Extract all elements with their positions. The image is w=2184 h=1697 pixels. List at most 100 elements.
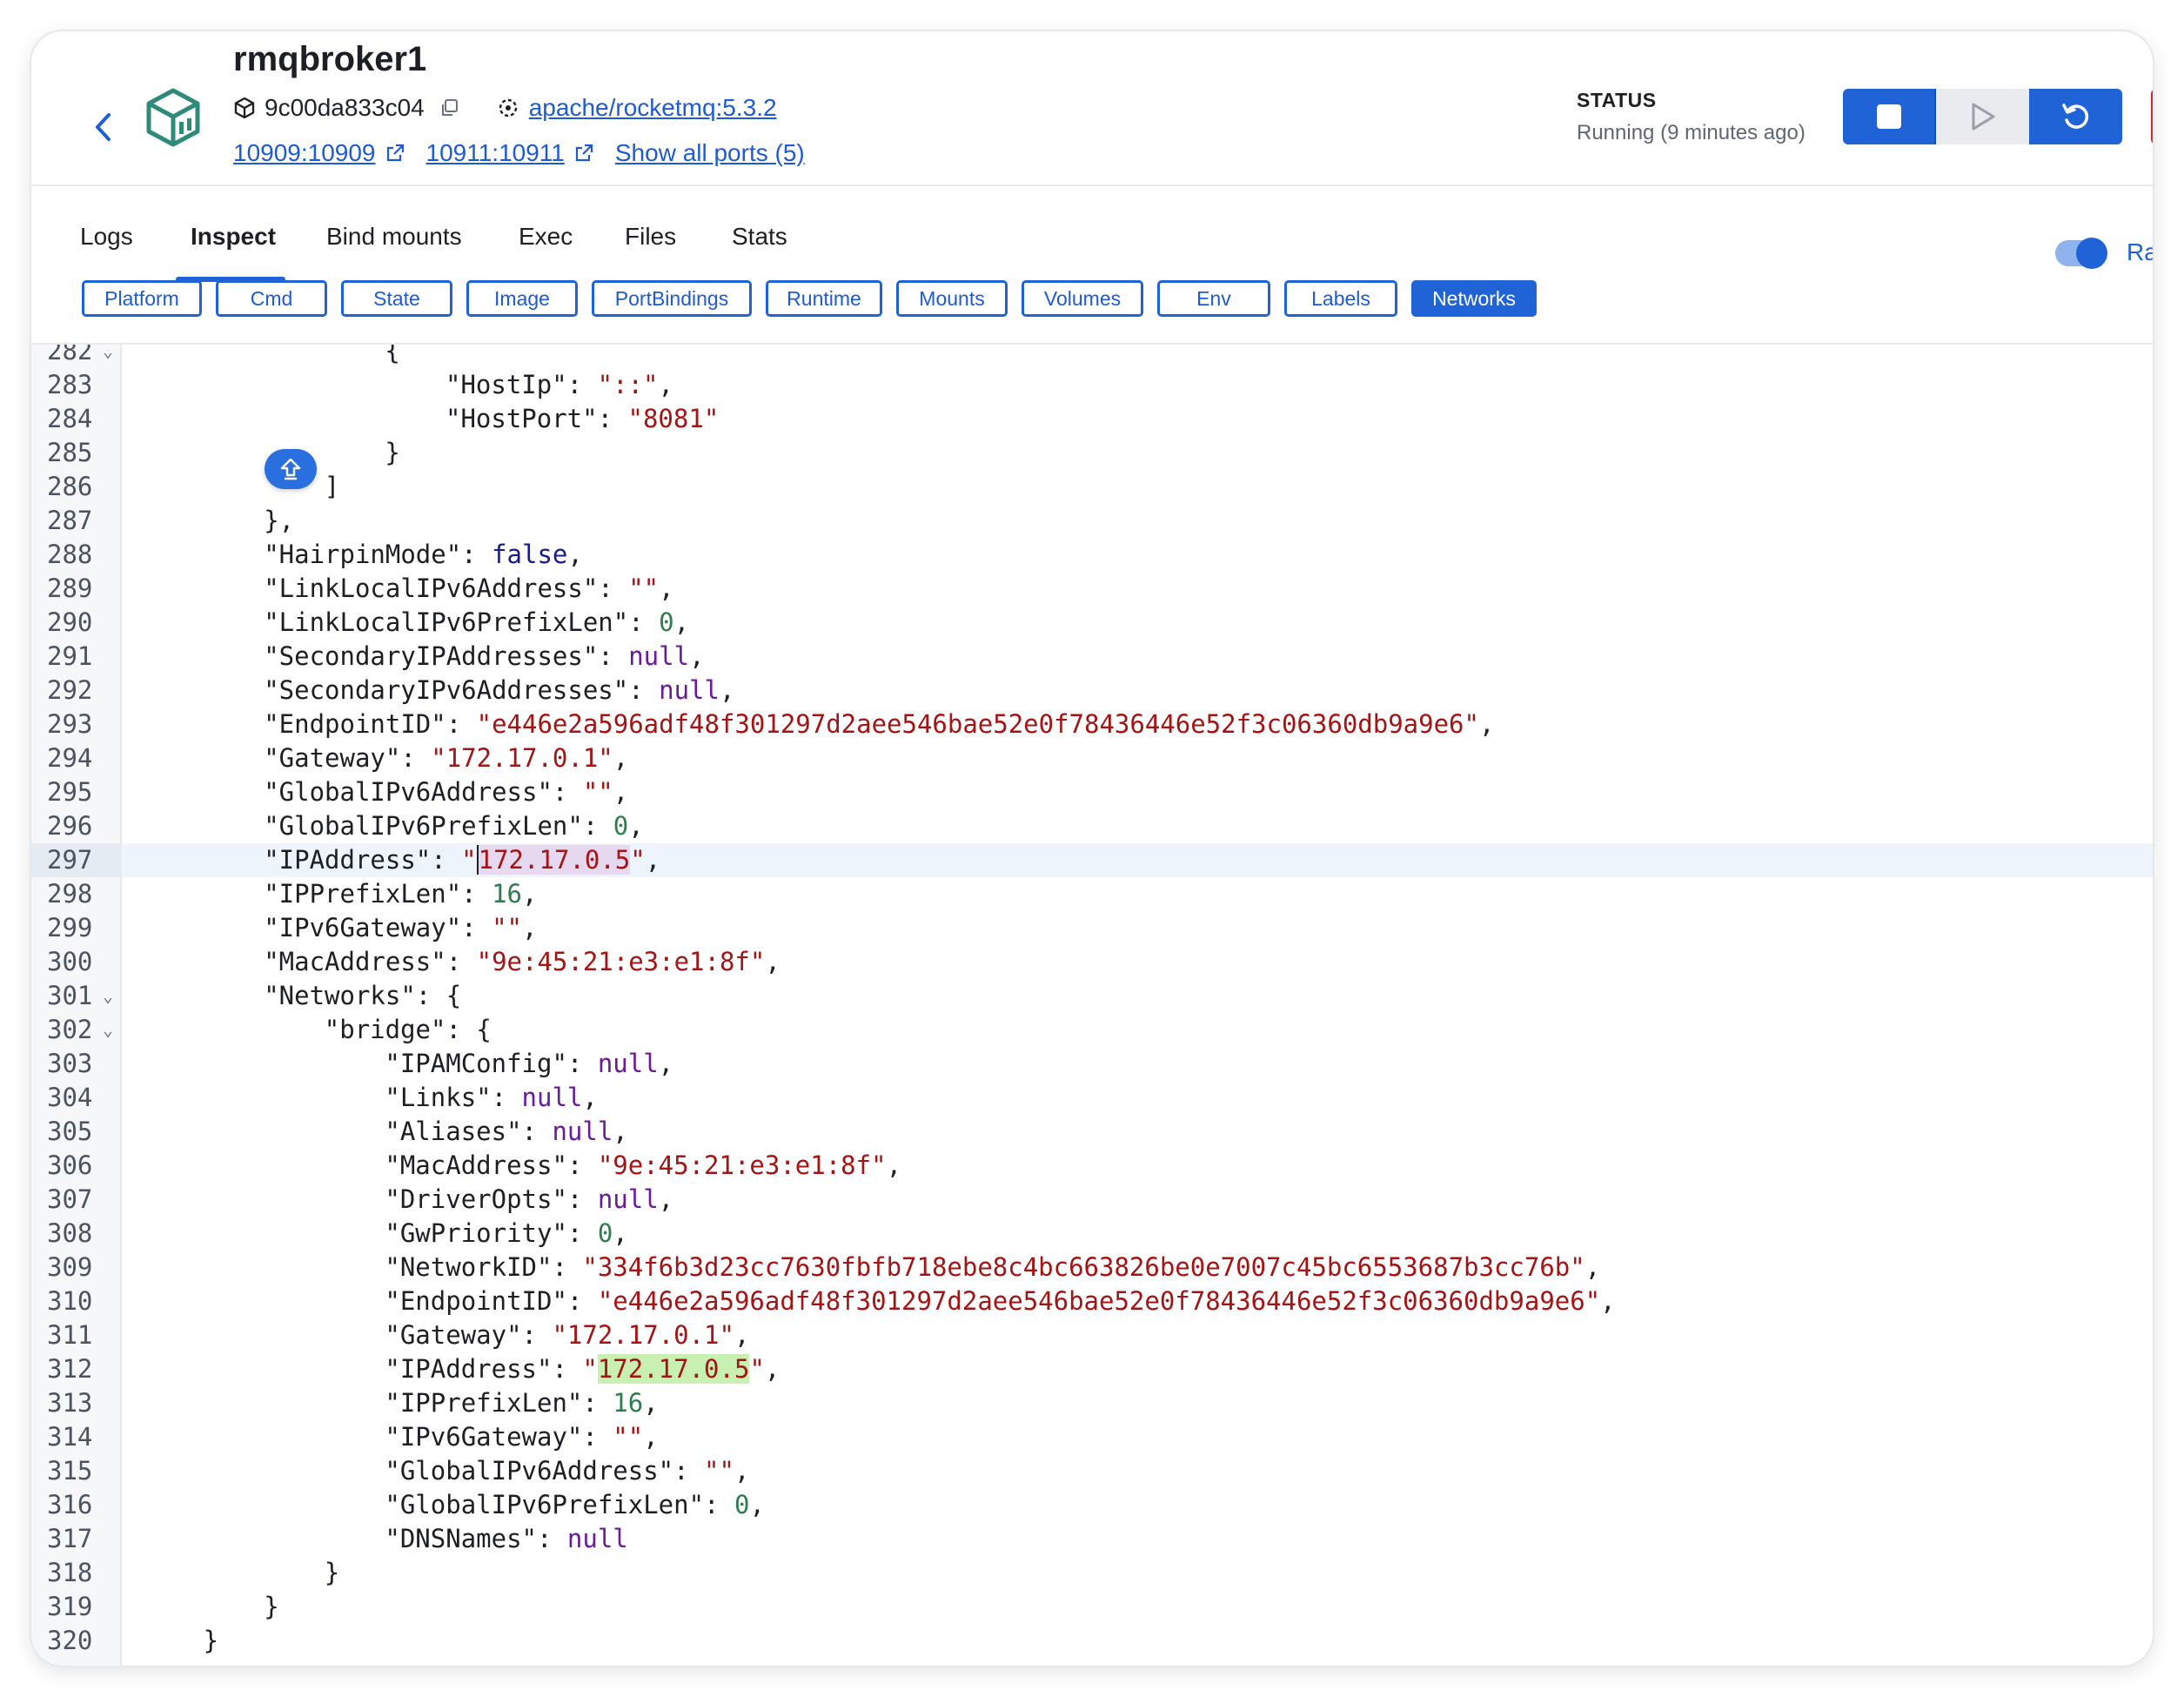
tab-inspect[interactable]: Inspect [191, 223, 276, 251]
arrow-up-icon [278, 456, 304, 482]
stop-icon [1875, 103, 1903, 131]
code-line: 305 "Aliases": null, [31, 1115, 2153, 1149]
code-line: 299 "IPv6Gateway": "", [31, 911, 2153, 945]
code-line: 308 "GwPriority": 0, [31, 1217, 2153, 1251]
code-text: "LinkLocalIPv6PrefixLen": 0, [264, 607, 690, 637]
line-number: 313 [47, 1388, 93, 1418]
image-link[interactable]: apache/rocketmq:5.3.2 [529, 94, 777, 122]
port-link-10909[interactable]: 10909:10909 [233, 139, 376, 167]
delete-button[interactable] [2151, 89, 2153, 144]
container-name: rmqbroker1 [233, 40, 427, 78]
chip-volumes[interactable]: Volumes [1022, 280, 1143, 317]
chip-cmd[interactable]: Cmd [216, 280, 327, 317]
line-number: 300 [47, 947, 93, 976]
code-text: "IPAddress": "172.17.0.5", [385, 1354, 780, 1384]
line-number: 298 [47, 879, 93, 909]
code-text: "GlobalIPv6PrefixLen": 0, [264, 811, 644, 841]
chip-portbindings[interactable]: PortBindings [592, 280, 752, 317]
start-button[interactable] [1936, 89, 2029, 144]
chip-networks[interactable]: Networks [1411, 280, 1537, 317]
show-all-ports-link[interactable]: Show all ports (5) [615, 139, 805, 167]
code-text: "EndpointID": "e446e2a596adf48f301297d2a… [385, 1286, 1616, 1316]
tab-logs[interactable]: Logs [80, 223, 133, 251]
code-text: "IPPrefixLen": 16, [264, 879, 538, 909]
code-text: }, [264, 506, 295, 535]
code-line: 282 ⌄{ [31, 343, 2153, 368]
line-number: 319 [47, 1592, 93, 1621]
raw-toggle[interactable] [2055, 238, 2107, 269]
code-text: { [385, 343, 400, 366]
tab-bind-mounts[interactable]: Bind mounts [326, 223, 462, 251]
line-number: 291 [47, 641, 93, 671]
code-text: "Aliases": null, [385, 1117, 628, 1146]
line-number: 303 [47, 1049, 93, 1078]
code-line: 295 "GlobalIPv6Address": "", [31, 775, 2153, 809]
code-text: "EndpointID": "e446e2a596adf48f301297d2a… [264, 709, 1495, 739]
container-header: rmqbroker1 9c00da833c04 apache/rocketmq:… [31, 31, 2153, 186]
code-line: 318} [31, 1556, 2153, 1590]
restart-button[interactable] [2029, 89, 2122, 144]
code-line: 317 "DNSNames": null [31, 1522, 2153, 1556]
line-number: 286 [47, 472, 93, 501]
code-text: } [385, 438, 400, 467]
line-number: 318 [47, 1558, 93, 1587]
code-text: "SecondaryIPAddresses": null, [264, 641, 705, 671]
chip-labels[interactable]: Labels [1284, 280, 1397, 317]
external-link-icon[interactable] [385, 143, 405, 164]
container-id-icon [233, 97, 256, 119]
code-text: "IPv6Gateway": "", [264, 913, 538, 942]
code-line: 315 "GlobalIPv6Address": "", [31, 1454, 2153, 1488]
tab-exec[interactable]: Exec [519, 223, 573, 251]
line-number: 299 [47, 913, 93, 942]
fold-chevron-icon[interactable]: ⌄ [103, 345, 113, 368]
fold-chevron-icon[interactable]: ⌄ [103, 979, 113, 1013]
code-line: 296 "GlobalIPv6PrefixLen": 0, [31, 809, 2153, 843]
code-line: 286] [31, 470, 2153, 504]
inspect-json-viewer[interactable]: 282 ⌄{283 "HostIp": "::", 284 "HostPort": "8… [31, 343, 2153, 1666]
external-link-icon[interactable] [573, 143, 594, 164]
tab-files[interactable]: Files [625, 223, 676, 251]
copy-icon[interactable] [439, 97, 459, 118]
play-icon [1970, 102, 1996, 131]
line-number: 292 [47, 675, 93, 705]
line-number: 306 [47, 1150, 93, 1180]
code-text: "DNSNames": null [385, 1524, 628, 1553]
port-link-10911[interactable]: 10911:10911 [426, 139, 565, 167]
code-line: 300 "MacAddress": "9e:45:21:e3:e1:8f", [31, 945, 2153, 979]
code-line: 310 "EndpointID": "e446e2a596adf48f301297… [31, 1284, 2153, 1318]
code-text: "HostIp": "::", [446, 370, 673, 399]
line-number: 290 [47, 607, 93, 637]
container-detail-window: rmqbroker1 9c00da833c04 apache/rocketmq:… [31, 31, 2153, 1666]
scroll-to-top-button[interactable] [265, 449, 317, 489]
code-line: 302 ⌄ "bridge": { [31, 1013, 2153, 1047]
chip-state[interactable]: State [341, 280, 452, 317]
line-number: 284 [47, 404, 93, 433]
stop-button[interactable] [1843, 89, 1936, 144]
chip-platform[interactable]: Platform [82, 280, 202, 317]
code-line: 314 "IPv6Gateway": "", [31, 1420, 2153, 1454]
code-text: "Gateway": "172.17.0.1", [264, 743, 629, 773]
chip-runtime[interactable]: Runtime [766, 280, 882, 317]
code-line: 287}, [31, 504, 2153, 538]
back-button[interactable] [85, 101, 120, 153]
chip-image[interactable]: Image [466, 280, 578, 317]
code-text: "Links": null, [385, 1083, 598, 1112]
code-line: 293 "EndpointID": "e446e2a596adf48f301297… [31, 708, 2153, 741]
status-label: STATUS [1577, 89, 1657, 111]
container-controls [1843, 89, 2122, 144]
code-line: 292 "SecondaryIPv6Addresses": null, [31, 674, 2153, 708]
line-number: 289 [47, 573, 93, 603]
code-line: 288 "HairpinMode": false, [31, 538, 2153, 572]
chevron-left-icon [93, 112, 112, 142]
section-chips: Platform Cmd State Image PortBindings Ru… [31, 280, 2153, 332]
line-number: 293 [47, 709, 93, 739]
chip-mounts[interactable]: Mounts [896, 280, 1008, 317]
code-text: "HostPort": "8081" [446, 404, 720, 433]
code-line: 312 "IPAddress": "172.17.0.5", [31, 1352, 2153, 1386]
fold-chevron-icon[interactable]: ⌄ [103, 1013, 113, 1047]
code-line: 309 "NetworkID": "334f6b3d23cc7630fbfb718… [31, 1251, 2153, 1284]
chip-env[interactable]: Env [1157, 280, 1270, 317]
code-text: } [324, 1558, 340, 1587]
tab-stats[interactable]: Stats [732, 223, 787, 251]
container-id: 9c00da833c04 [265, 94, 425, 121]
